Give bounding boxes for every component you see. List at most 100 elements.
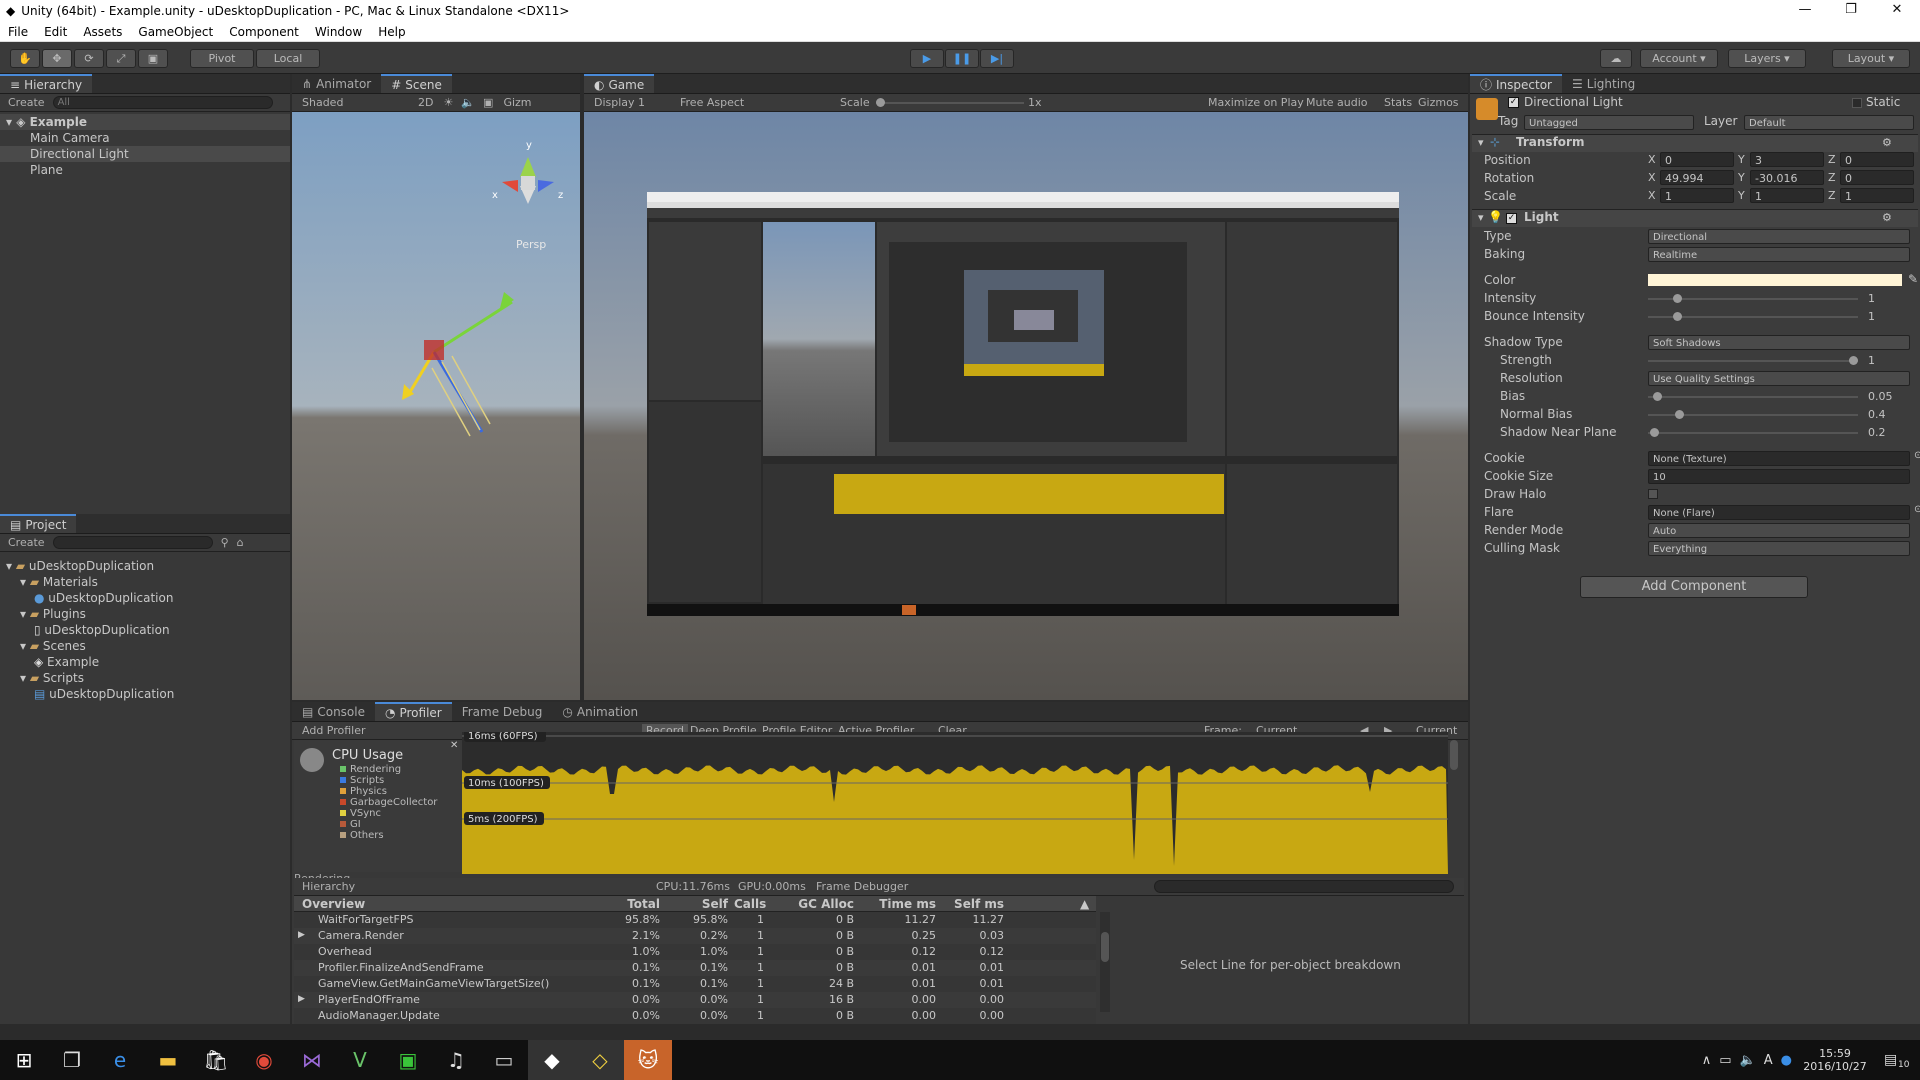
- file-explorer-icon[interactable]: ▬: [144, 1040, 192, 1080]
- line-icon[interactable]: ▣: [384, 1040, 432, 1080]
- hierarchy-item-plane[interactable]: Plane: [0, 162, 290, 178]
- close-icon[interactable]: ✕: [1874, 0, 1920, 22]
- static-checkbox[interactable]: [1852, 98, 1862, 108]
- project-item[interactable]: ● uDesktopDuplication: [0, 590, 290, 606]
- light-slider[interactable]: [1648, 392, 1858, 401]
- tab-hierarchy[interactable]: ≡ Hierarchy: [0, 74, 93, 93]
- light-dropdown[interactable]: Realtime: [1648, 247, 1910, 262]
- tab-inspector[interactable]: ⓘ Inspector: [1470, 74, 1562, 93]
- table-row[interactable]: ▶ Camera.Render 2.1% 0.2% 1 0 B 0.25 0.03: [294, 928, 1096, 944]
- visual-studio-icon[interactable]: ⋈: [288, 1040, 336, 1080]
- tag-icon[interactable]: ⌂: [237, 536, 244, 549]
- scene-gizmos-dropdown[interactable]: Gizm: [493, 96, 531, 109]
- edge-icon[interactable]: e: [96, 1040, 144, 1080]
- tab-lighting[interactable]: ☰ Lighting: [1562, 74, 1645, 93]
- column-header[interactable]: Total: [594, 897, 660, 911]
- pos-y-field[interactable]: 3: [1750, 152, 1824, 167]
- scale-tool-icon[interactable]: ⤢: [106, 49, 136, 68]
- maximize-icon[interactable]: ❐: [1828, 0, 1874, 22]
- object-picker-icon[interactable]: ⊙: [1914, 504, 1920, 515]
- rotate-tool-icon[interactable]: ⟳: [74, 49, 104, 68]
- light-slider[interactable]: [1648, 312, 1858, 321]
- project-item[interactable]: ▯ uDesktopDuplication: [0, 622, 290, 638]
- profiler-table-scrollbar[interactable]: [1100, 912, 1110, 1012]
- tab-animator[interactable]: ⋔ Animator: [292, 74, 381, 93]
- close-profiler-icon[interactable]: ✕: [450, 740, 458, 751]
- foldout-icon[interactable]: ▾: [20, 575, 30, 589]
- number-field[interactable]: 10: [1648, 469, 1910, 484]
- effects-toggle-icon[interactable]: ▣: [475, 96, 493, 109]
- light-slider[interactable]: [1648, 428, 1858, 437]
- scl-y-field[interactable]: 1: [1750, 188, 1824, 203]
- pos-z-field[interactable]: 0: [1840, 152, 1914, 167]
- cpu-usage-graph[interactable]: 16ms (60FPS) 10ms (100FPS) 5ms (200FPS): [462, 732, 1448, 874]
- color-swatch[interactable]: [1648, 274, 1902, 286]
- legend-item[interactable]: Scripts: [340, 775, 437, 786]
- object-name-field[interactable]: Directional Light: [1524, 95, 1824, 111]
- music-icon[interactable]: ♫: [432, 1040, 480, 1080]
- project-item[interactable]: ▾ ▰ Materials: [0, 574, 290, 590]
- unity-taskbar-icon[interactable]: ◆: [528, 1040, 576, 1080]
- network-icon[interactable]: ▭: [1719, 1053, 1731, 1068]
- rot-x-field[interactable]: 49.994: [1660, 170, 1734, 185]
- sourcetree-icon[interactable]: ◇: [576, 1040, 624, 1080]
- rect-tool-icon[interactable]: ▣: [138, 49, 168, 68]
- frame-debugger-button[interactable]: Frame Debugger: [816, 880, 908, 893]
- layers-dropdown[interactable]: Layers ▾: [1728, 49, 1806, 68]
- terminal-icon[interactable]: ▭: [480, 1040, 528, 1080]
- move-tool-icon[interactable]: ✥: [42, 49, 72, 68]
- game-viewport[interactable]: [584, 112, 1468, 700]
- menu-item-component[interactable]: Component: [221, 25, 307, 39]
- cat-app-icon[interactable]: 🐱: [624, 1040, 672, 1080]
- expand-icon[interactable]: ▶: [298, 930, 305, 940]
- project-create-dropdown[interactable]: Create: [8, 536, 45, 549]
- component-settings-icon[interactable]: ⚙: [1882, 136, 1892, 149]
- menu-item-gameobject[interactable]: GameObject: [130, 25, 221, 39]
- graph-scrollbar[interactable]: [1450, 740, 1458, 770]
- light-slider[interactable]: [1648, 356, 1858, 365]
- tab-scene[interactable]: # Scene: [381, 74, 452, 93]
- table-row[interactable]: Overhead 1.0% 1.0% 1 0 B 0.12 0.12: [294, 944, 1096, 960]
- slider-knob[interactable]: [1674, 410, 1684, 419]
- tab-console[interactable]: ▤ Console: [292, 702, 375, 721]
- action-center-icon[interactable]: ▤ 10: [1884, 1052, 1920, 1070]
- tray-chevron-icon[interactable]: ∧: [1702, 1053, 1712, 1068]
- column-header[interactable]: Time ms: [878, 897, 936, 911]
- pause-button[interactable]: ❚❚: [945, 49, 979, 68]
- scl-x-field[interactable]: 1: [1660, 188, 1734, 203]
- pivot-toggle[interactable]: Pivot: [190, 49, 254, 68]
- display-dropdown[interactable]: Display 1: [594, 96, 645, 109]
- cpu-usage-area[interactable]: CPU Usage Rendering Scripts Physics Garbage…: [294, 740, 462, 872]
- menu-item-window[interactable]: Window: [307, 25, 370, 39]
- scale-slider[interactable]: [876, 98, 1024, 107]
- column-header[interactable]: Overview: [302, 897, 582, 911]
- light-dropdown[interactable]: Auto: [1648, 523, 1910, 538]
- account-dropdown[interactable]: Account ▾: [1640, 49, 1718, 68]
- foldout-icon[interactable]: ▾: [1478, 136, 1484, 149]
- foldout-icon[interactable]: ▾: [20, 671, 30, 685]
- slider-value[interactable]: 0.05: [1868, 389, 1908, 404]
- scene-root[interactable]: ▾ ◈ Example: [0, 114, 290, 130]
- foldout-icon[interactable]: ▾: [20, 639, 30, 653]
- light-settings-icon[interactable]: ⚙: [1882, 211, 1892, 224]
- scale-slider-knob[interactable]: [876, 98, 885, 107]
- table-row[interactable]: AudioManager.Update 0.0% 0.0% 1 0 B 0.00 0.00: [294, 1008, 1096, 1024]
- hand-tool-icon[interactable]: ✋: [10, 49, 40, 68]
- column-header[interactable]: Self: [678, 897, 728, 911]
- add-profiler-dropdown[interactable]: Add Profiler: [302, 724, 366, 737]
- light-dropdown[interactable]: Soft Shadows: [1648, 335, 1910, 350]
- profiler-search-input[interactable]: [1154, 880, 1454, 893]
- game-gizmos-dropdown[interactable]: Gizmos: [1418, 96, 1459, 109]
- chrome-icon[interactable]: ◉: [240, 1040, 288, 1080]
- light-dropdown[interactable]: Directional: [1648, 229, 1910, 244]
- stats-toggle[interactable]: Stats: [1384, 96, 1412, 109]
- light-dropdown[interactable]: Use Quality Settings: [1648, 371, 1910, 386]
- table-row[interactable]: Profiler.FinalizeAndSendFrame 0.1% 0.1% 1 0 …: [294, 960, 1096, 976]
- legend-item[interactable]: GarbageCollector: [340, 797, 437, 808]
- foldout-icon[interactable]: ▾: [20, 607, 30, 621]
- audio-toggle-icon[interactable]: 🔈: [453, 96, 475, 109]
- view-mode-dropdown[interactable]: Hierarchy: [302, 880, 355, 893]
- slider-value[interactable]: 1: [1868, 309, 1908, 324]
- slider-value[interactable]: 1: [1868, 291, 1908, 306]
- aspect-dropdown[interactable]: Free Aspect: [680, 96, 744, 109]
